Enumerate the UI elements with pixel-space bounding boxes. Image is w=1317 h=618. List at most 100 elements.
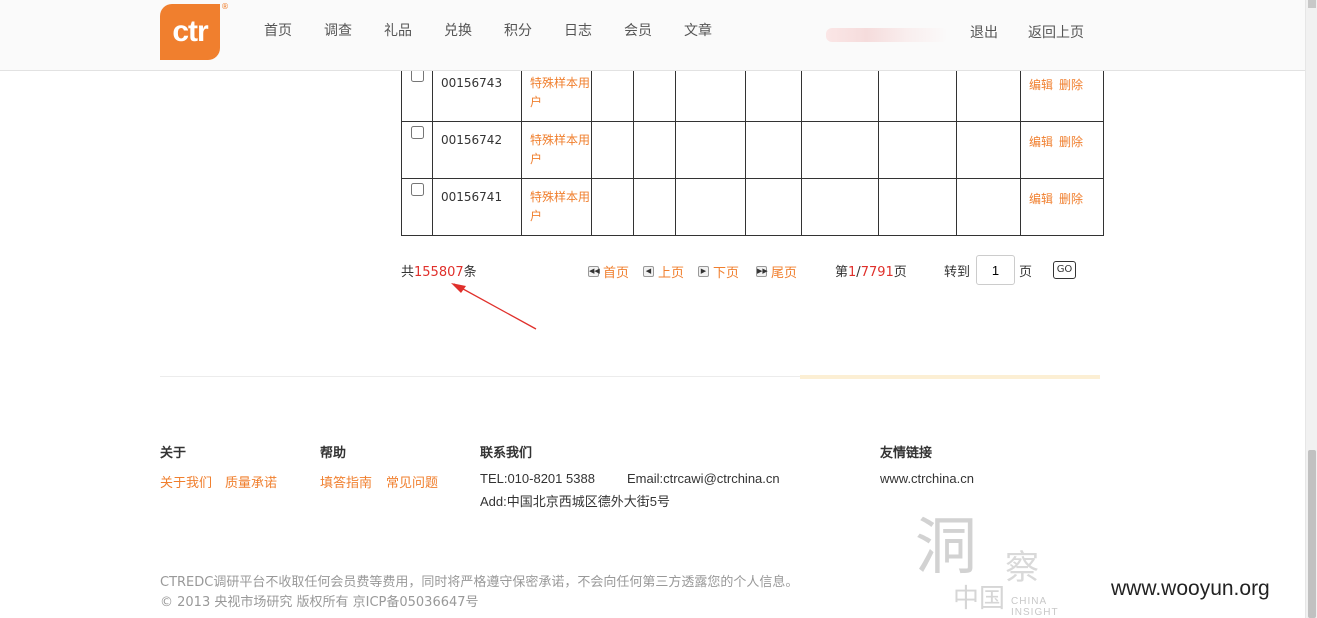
table-cell — [801, 64, 879, 122]
privacy-notice: CTREDC调研平台不收取任何会员费等费用，同时将严格遵守保密承诺，不会向任何第… — [160, 575, 799, 590]
member-type-link[interactable]: 特殊样本用户 — [521, 64, 592, 122]
first-page-icon: ◀◀ — [588, 266, 600, 277]
member-id: 00156741 — [432, 178, 522, 236]
quality-link[interactable]: 质量承诺 — [225, 472, 277, 491]
nav-points[interactable]: 积分 — [504, 20, 564, 40]
first-page-button[interactable]: ◀◀ 首页 — [588, 262, 629, 281]
member-table: 00156743 特殊样本用户 编辑 删除 00156742 特殊样本用户 编辑删… — [401, 64, 1104, 236]
nav-members[interactable]: 会员 — [624, 20, 684, 40]
watermark-sub-glyph: 察 — [1005, 548, 1039, 588]
table-cell — [956, 64, 1021, 122]
table-cell — [745, 121, 802, 179]
row-actions: 编辑 删除 — [1020, 178, 1104, 236]
row-actions: 编辑 删除 — [1020, 121, 1104, 179]
member-id: 00156742 — [432, 121, 522, 179]
total-pages: 7791 — [860, 265, 894, 280]
member-id: 00156743 — [432, 64, 522, 122]
nav-survey[interactable]: 调查 — [324, 20, 384, 40]
edit-link[interactable]: 编辑 — [1029, 78, 1053, 92]
annotation-arrow-icon — [451, 283, 537, 330]
total-records: 共155807条 — [401, 261, 477, 280]
last-page-button[interactable]: ▶▶ 尾页 — [756, 262, 797, 281]
answer-guide-link[interactable]: 填答指南 — [320, 472, 372, 491]
footer-divider-accent — [800, 375, 1100, 379]
delete-link[interactable]: 删除 — [1059, 78, 1083, 92]
nav-logs[interactable]: 日志 — [564, 20, 624, 40]
row-actions: 编辑 删除 — [1020, 64, 1104, 122]
faq-link[interactable]: 常见问题 — [386, 472, 438, 491]
table-cell — [878, 121, 957, 179]
table-row: 00156743 特殊样本用户 编辑 删除 — [401, 64, 1104, 122]
prev-page-button[interactable]: ◀ 上页 — [643, 262, 684, 281]
logout-link[interactable]: 退出 — [970, 22, 998, 42]
row-checkbox-cell — [401, 121, 433, 179]
table-row: 00156741 特殊样本用户 编辑 删除 — [401, 178, 1104, 236]
goto-page-input[interactable] — [976, 255, 1015, 285]
delete-link[interactable]: 删除 — [1059, 135, 1083, 149]
back-link[interactable]: 返回上页 — [1028, 22, 1084, 42]
contact-email: Email:ctrcawi@ctrchina.cn — [627, 471, 780, 486]
nav-home[interactable]: 首页 — [264, 20, 324, 40]
table-cell — [675, 178, 746, 236]
watermark-en: CHINA INSIGHT — [1011, 596, 1059, 618]
table-cell — [633, 64, 676, 122]
redacted-username — [826, 28, 948, 42]
edit-link[interactable]: 编辑 — [1029, 135, 1053, 149]
next-page-button[interactable]: ▶ 下页 — [698, 262, 739, 281]
table-row: 00156742 特殊样本用户 编辑 删除 — [401, 121, 1104, 179]
table-cell — [956, 121, 1021, 179]
row-checkbox[interactable] — [410, 183, 424, 196]
page-indicator: 第1/7791页 — [835, 261, 907, 280]
china-insight-watermark: 洞 察 中国 CHINA INSIGHT — [915, 512, 1075, 618]
scroll-thumb[interactable] — [1308, 450, 1316, 618]
prev-page-label: 上页 — [658, 266, 685, 281]
help-title: 帮助 — [320, 446, 347, 461]
contact-title: 联系我们 — [480, 446, 533, 461]
nav-exchange[interactable]: 兑换 — [444, 20, 504, 40]
table-cell — [675, 121, 746, 179]
edit-link[interactable]: 编辑 — [1029, 192, 1053, 206]
scroll-up-arrow[interactable] — [1308, 0, 1316, 8]
friend-link[interactable]: www.ctrchina.cn — [880, 471, 974, 486]
wooyun-watermark: www.wooyun.org — [1111, 577, 1270, 600]
table-cell — [633, 121, 676, 179]
total-count: 155807 — [414, 265, 464, 280]
row-checkbox[interactable] — [410, 126, 424, 139]
table-cell — [745, 178, 802, 236]
copyright: © 2013 央视市场研究 版权所有 京ICP备05036647号 — [160, 595, 479, 610]
delete-link[interactable]: 删除 — [1059, 192, 1083, 206]
ctr-logo[interactable]: ctr — [160, 4, 220, 60]
next-page-label: 下页 — [713, 266, 740, 281]
next-page-icon: ▶ — [698, 266, 709, 277]
about-title: 关于 — [160, 446, 187, 461]
contact-address: Add:中国北京西城区德外大街5号 — [480, 494, 670, 509]
watermark-cn: 中国 — [953, 584, 1006, 614]
member-type-link[interactable]: 特殊样本用户 — [521, 178, 592, 236]
row-checkbox-cell — [401, 64, 433, 122]
nav-gifts[interactable]: 礼品 — [384, 20, 444, 40]
page-scrollbar[interactable] — [1305, 0, 1317, 618]
nav-articles[interactable]: 文章 — [684, 20, 744, 40]
main-nav: 首页 调查 礼品 兑换 积分 日志 会员 文章 — [264, 20, 744, 40]
goto-label: 转到 — [944, 265, 971, 280]
table-cell — [591, 178, 634, 236]
table-cell — [956, 178, 1021, 236]
page-prefix: 第 — [835, 265, 849, 280]
table-cell — [878, 64, 957, 122]
prev-page-icon: ◀ — [643, 266, 654, 277]
last-page-icon: ▶▶ — [756, 266, 768, 277]
table-cell — [745, 64, 802, 122]
last-page-label: 尾页 — [771, 266, 798, 281]
table-cell — [878, 178, 957, 236]
first-page-label: 首页 — [603, 266, 630, 281]
member-type-link[interactable]: 特殊样本用户 — [521, 121, 592, 179]
total-prefix: 共 — [401, 265, 415, 280]
goto-unit: 页 — [1019, 265, 1033, 280]
row-checkbox-cell — [401, 178, 433, 236]
about-us-link[interactable]: 关于我们 — [160, 472, 212, 491]
friends-title: 友情链接 — [880, 446, 933, 461]
page-suffix: 页 — [893, 265, 907, 280]
go-button[interactable]: GO — [1053, 261, 1076, 279]
table-cell — [633, 178, 676, 236]
registered-mark: ® — [221, 2, 229, 11]
